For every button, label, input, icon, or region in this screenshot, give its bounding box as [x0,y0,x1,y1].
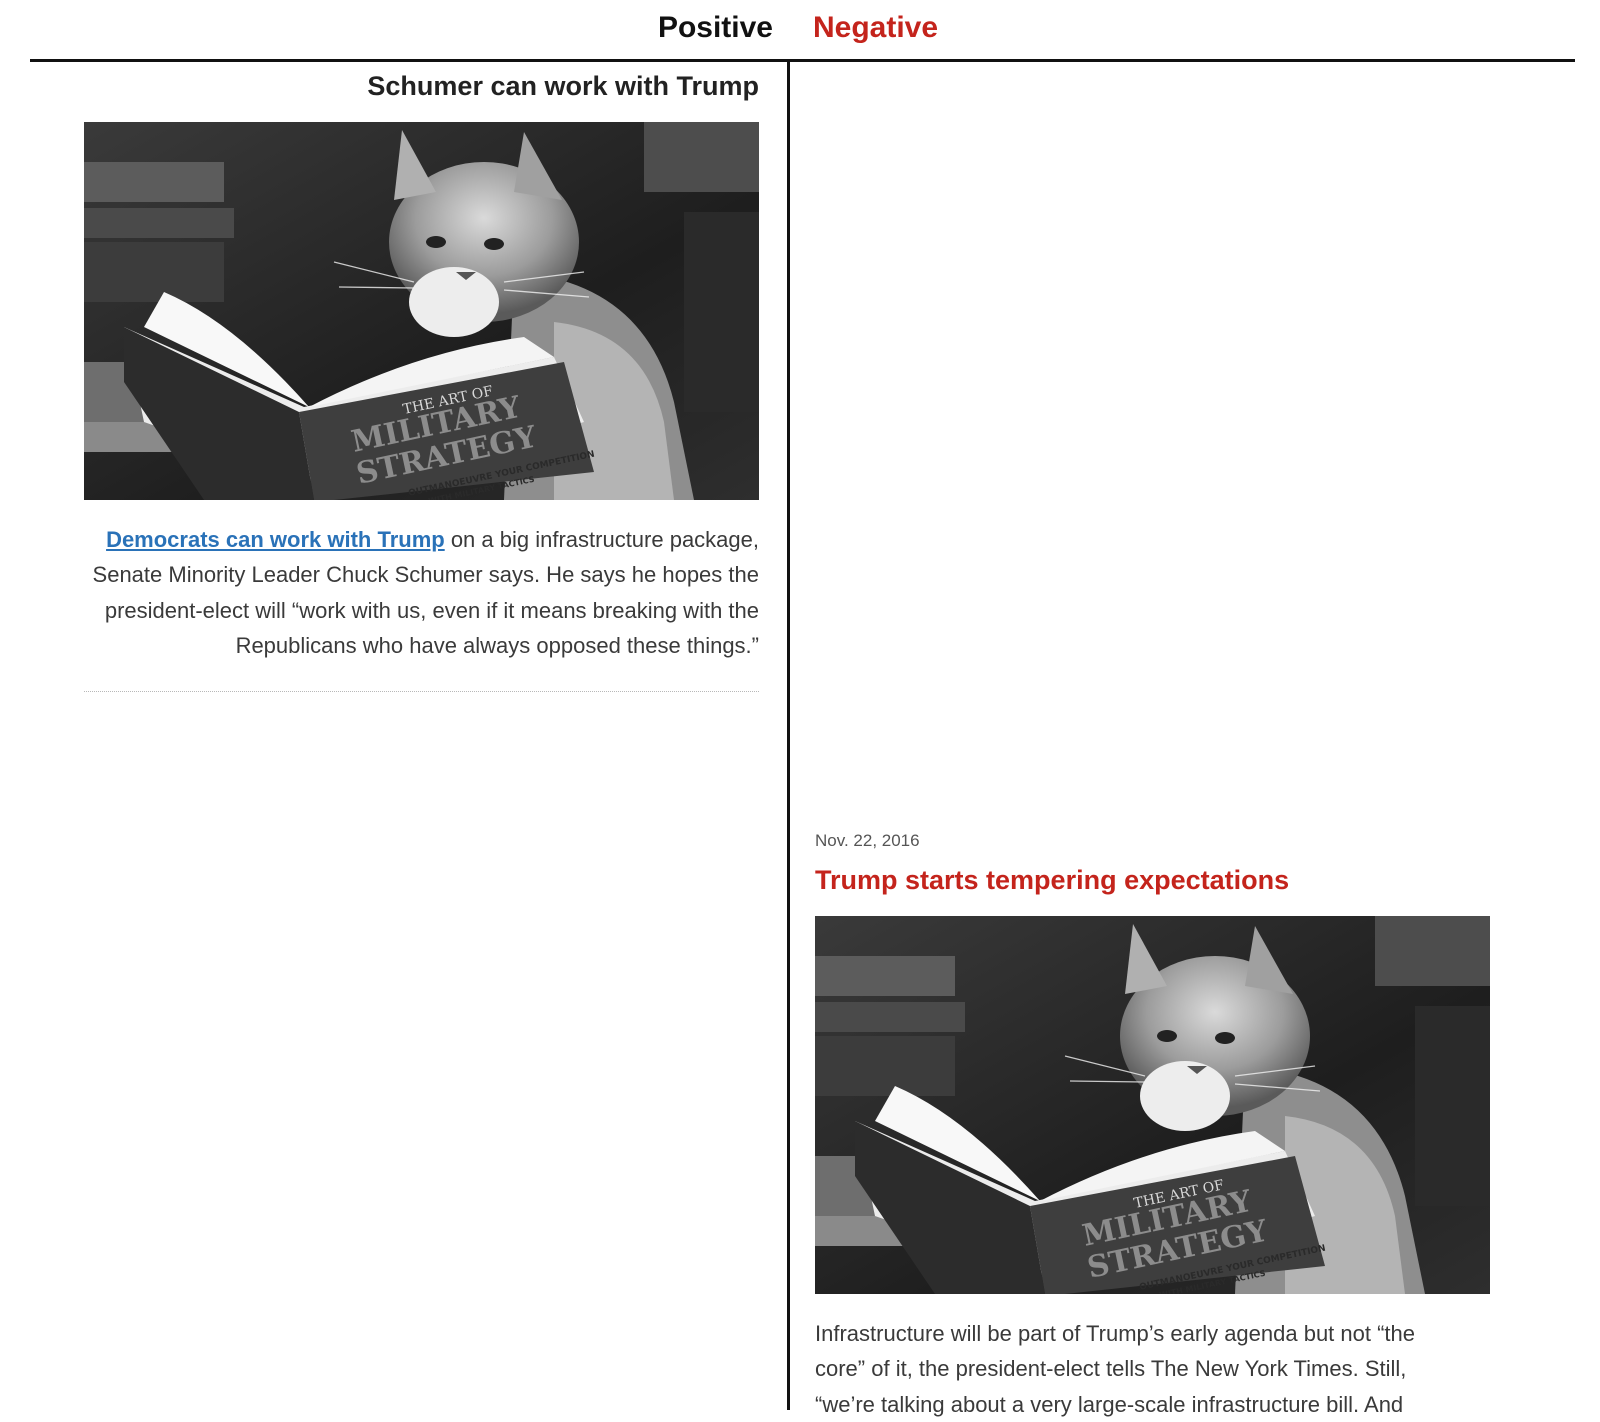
cat-reading-photo: THE ART OF MILITARY STRATEGY OUTMANOEUVR… [815,916,1490,1294]
cat-reading-photo: THE ART OF MILITARY STRATEGY OUTMANOEUVR… [84,122,759,500]
cat-reading-illustration: THE ART OF MILITARY STRATEGY OUTMANOEUVR… [84,122,759,500]
card-divider [84,691,759,693]
positive-column-header: Positive [657,11,773,44]
negative-card-body: Infrastructure will be part of Trump’s e… [815,1321,1416,1417]
column-divider [787,61,790,1410]
header-rule [30,59,1575,62]
page: Positive Negative Schumer can work with … [0,0,1600,1417]
negative-card: Nov. 22, 2016 Trump starts tempering exp… [815,830,1495,1422]
positive-card-title: Schumer can work with Trump [367,71,759,101]
cat-reading-illustration: THE ART OF MILITARY STRATEGY OUTMANOEUVR… [815,916,1490,1294]
negative-column-header: Negative [813,11,939,44]
positive-card-body: Democrats can work with Trump on a big i… [84,522,759,663]
negative-card-date: Nov. 22, 2016 [815,831,920,850]
negative-card-title: Trump starts tempering expectations [815,865,1290,895]
positive-card: Schumer can work with Trump THE ART OF M… [84,68,759,693]
positive-card-link[interactable]: Democrats can work with Trump [106,527,445,552]
